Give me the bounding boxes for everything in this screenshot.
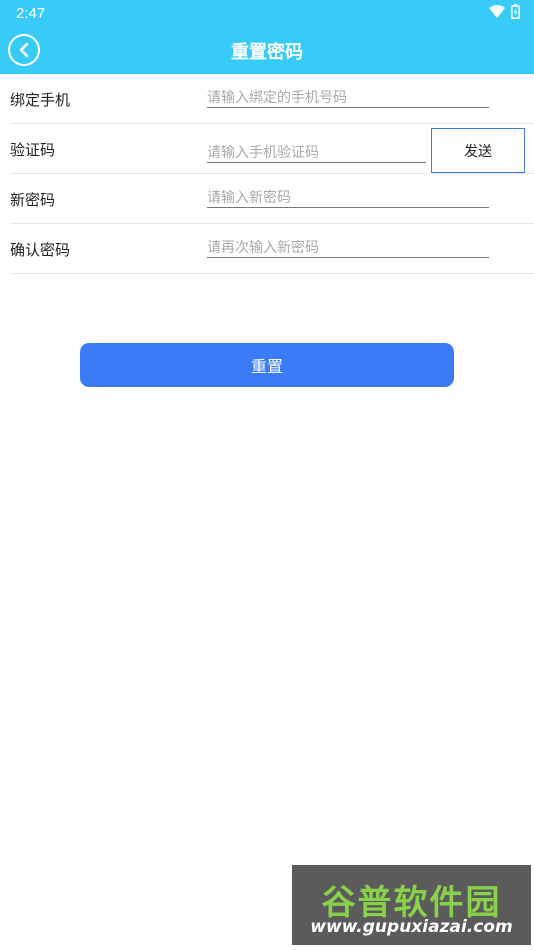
confirm-password-input[interactable]: 请再次输入新密码	[207, 237, 489, 258]
phone-row: 绑定手机 请输入绑定的手机号码	[10, 74, 534, 124]
confirm-password-row: 确认密码 请再次输入新密码	[10, 224, 534, 274]
app-header: 2:47 重置密码	[0, 0, 534, 74]
status-time: 2:47	[16, 5, 46, 22]
wifi-icon	[489, 4, 505, 18]
watermark-logo: 谷普软件园 www.gupuxiazai.com	[292, 865, 531, 945]
phone-input[interactable]: 请输入绑定的手机号码	[207, 87, 489, 108]
status-icons	[489, 4, 520, 19]
code-label: 验证码	[10, 141, 56, 159]
watermark-url: www.gupuxiazai.com	[310, 917, 513, 937]
new-password-input[interactable]: 请输入新密码	[207, 187, 489, 208]
confirm-password-label: 确认密码	[10, 241, 71, 259]
phone-label: 绑定手机	[10, 91, 71, 109]
code-row: 验证码 请输入手机验证码 发送	[10, 124, 534, 174]
send-code-button[interactable]: 发送	[431, 128, 525, 173]
code-input[interactable]: 请输入手机验证码	[207, 142, 426, 163]
new-password-row: 新密码 请输入新密码	[10, 174, 534, 224]
new-password-label: 新密码	[10, 191, 56, 209]
reset-button[interactable]: 重置	[80, 343, 454, 387]
page-title: 重置密码	[231, 42, 303, 63]
battery-icon	[511, 4, 520, 19]
reset-form: 绑定手机 请输入绑定的手机号码 验证码 请输入手机验证码 发送 新密码 请输入新…	[10, 74, 534, 274]
